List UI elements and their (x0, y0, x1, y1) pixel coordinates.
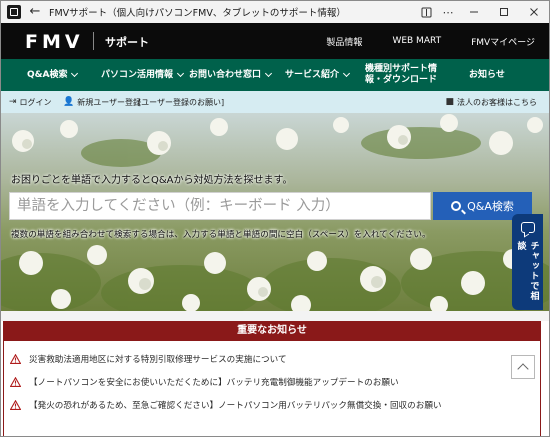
add-user-icon: 👤 (63, 97, 75, 107)
qa-search-button-label: Q&A検索 (467, 200, 514, 213)
window-title: FMVサポート（個人向けパソコンFMV、タブレットのサポート情報） (49, 8, 346, 19)
corporate-link[interactable]: ■ 法人のお客様はこちら (445, 97, 537, 108)
nav-item-label: サービス紹介 (285, 69, 340, 80)
notices-heading: 重要なお知らせ (3, 321, 541, 341)
nav-item-qa-search[interactable]: Q&A検索 (27, 69, 79, 81)
support-label[interactable]: サポート (105, 34, 149, 50)
register-label: 新規ユーザー登録 (77, 97, 142, 107)
main-nav: Q&A検索 パソコン活用情報 お問い合わせ窓口 サービス紹介 機種別サポート情報… (1, 59, 549, 91)
app-icon (7, 5, 21, 19)
building-icon: ■ (445, 97, 454, 107)
reader-mode-icon[interactable] (415, 1, 437, 23)
notice-text: 【ノートパソコンを安全にお使いいただくために】バッテリ充電制御機能アップデートの… (29, 378, 399, 388)
important-notices: 重要なお知らせ 災害救助法適用地区に対する特別引取修理サービスの実施について 【… (1, 321, 549, 436)
header-link-products[interactable]: 製品情報 (326, 35, 362, 48)
close-icon[interactable] (519, 1, 549, 23)
chevron-up-icon (517, 363, 529, 375)
nav-item-label: Q&A検索 (27, 69, 68, 80)
header-link-webmart[interactable]: WEB MART (392, 36, 441, 46)
notice-item[interactable]: 【発火の恐れがあるため、至急ご確認ください】ノートパソコン用バッテリパック無償交… (10, 399, 442, 411)
scroll-to-top-button[interactable] (511, 355, 535, 379)
browser-window: ← FMVサポート（個人向けパソコンFMV、タブレットのサポート情報） ⋯ FM… (0, 0, 550, 437)
chevron-down-icon (342, 69, 351, 78)
register-request-link[interactable]: [ユーザー登録のお願い] (138, 97, 224, 108)
minimize-icon[interactable] (459, 1, 489, 23)
notice-text: 【発火の恐れがあるため、至急ご確認ください】ノートパソコン用バッテリパック無償交… (29, 401, 442, 411)
notice-item[interactable]: 災害救助法適用地区に対する特別引取修理サービスの実施について (10, 353, 287, 365)
chat-bubble-icon (520, 222, 535, 233)
login-link[interactable]: ⇥ ログイン (9, 97, 52, 108)
nav-item-pc-usage[interactable]: パソコン活用情報 (101, 69, 185, 81)
chevron-down-icon (176, 69, 185, 78)
login-label: ログイン (19, 97, 52, 107)
search-icon (451, 201, 462, 211)
search-prompt: お困りごとを単語で入力するとQ&Aから対処方法を探せます。 (11, 175, 293, 186)
site-header: FMV サポート 製品情報 WEB MART FMVマイページ (1, 23, 549, 59)
fmv-logo[interactable]: FMV (25, 31, 84, 53)
register-link[interactable]: 👤 新規ユーザー登録 (63, 97, 141, 108)
search-hint: 複数の単語を組み合わせて検索する場合は、入力する単語と単語の間に空白（スペース）… (11, 230, 431, 240)
nav-item-label: お問い合わせ窓口 (189, 69, 262, 80)
notice-item[interactable]: 【ノートパソコンを安全にお使いいただくために】バッテリ充電制御機能アップデートの… (10, 376, 399, 388)
warning-icon (10, 400, 21, 410)
warning-icon (10, 377, 21, 387)
header-link-mypage[interactable]: FMVマイページ (471, 35, 535, 48)
nav-item-label: 機種別サポート情報・ダウンロード (365, 64, 438, 85)
more-menu-icon[interactable]: ⋯ (437, 1, 459, 23)
hero-banner: お困りごとを単語で入力するとQ&Aから対処方法を探せます。 Q&A検索 複数の単… (1, 113, 549, 311)
user-bar: ⇥ ログイン 👤 新規ユーザー登録 [ユーザー登録のお願い] ■ 法人のお客様は… (1, 91, 549, 113)
search-box (9, 192, 431, 220)
chevron-down-icon (71, 69, 79, 78)
chevron-down-icon (264, 69, 273, 78)
title-bar: ← FMVサポート（個人向けパソコンFMV、タブレットのサポート情報） ⋯ (1, 1, 549, 23)
nav-item-model-support[interactable]: 機種別サポート情報・ダウンロード (365, 64, 445, 86)
nav-item-contact[interactable]: お問い合わせ窓口 (189, 69, 273, 81)
nav-item-news[interactable]: お知らせ (469, 70, 505, 81)
back-arrow-icon[interactable]: ← (27, 4, 43, 20)
nav-item-label: パソコン活用情報 (101, 69, 174, 80)
notices-list: 災害救助法適用地区に対する特別引取修理サービスの実施について 【ノートパソコンを… (3, 341, 541, 436)
chat-consult-tab[interactable]: チャットで相談 (512, 214, 543, 310)
corporate-label: 法人のお客様はこちら (457, 97, 537, 107)
login-icon: ⇥ (9, 97, 17, 107)
header-nav: 製品情報 WEB MART FMVマイページ (326, 23, 549, 59)
nav-item-label: お知らせ (469, 69, 505, 80)
notice-text: 災害救助法適用地区に対する特別引取修理サービスの実施について (29, 355, 287, 365)
nav-item-services[interactable]: サービス紹介 (285, 69, 351, 81)
register-request-label: [ユーザー登録のお願い] (138, 97, 225, 107)
warning-icon (10, 354, 21, 364)
chat-consult-label: チャットで相談 (515, 240, 539, 301)
search-input[interactable] (10, 193, 430, 219)
maximize-icon[interactable] (489, 1, 519, 23)
logo-divider (93, 32, 94, 50)
